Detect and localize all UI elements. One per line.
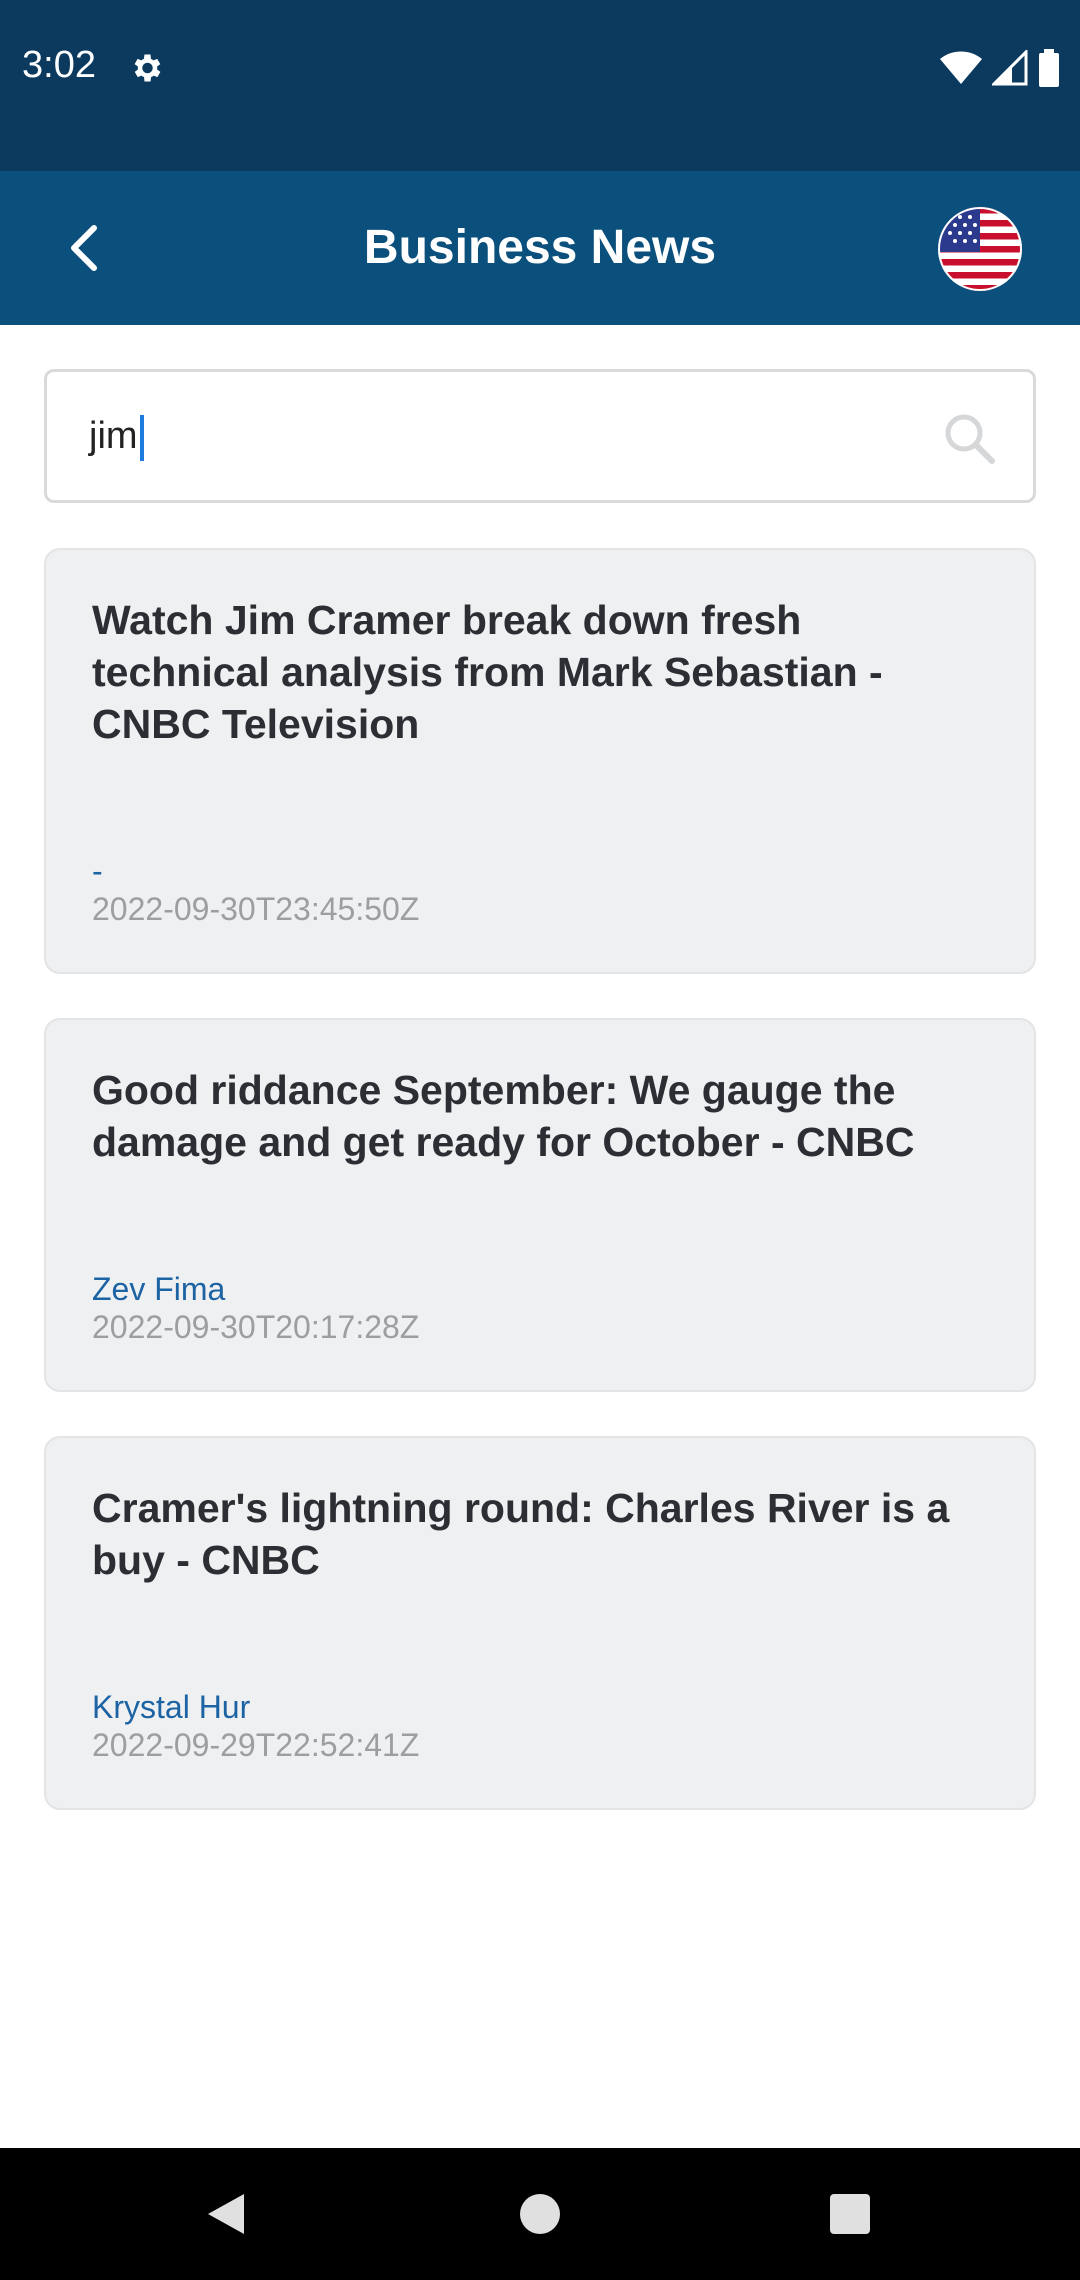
status-bar: 3:02	[0, 0, 1080, 171]
nav-back-button[interactable]	[186, 2174, 266, 2254]
text-cursor	[139, 414, 144, 461]
cellular-signal-icon	[992, 50, 1028, 86]
article-date: 2022-09-29T22:52:41Z	[92, 1727, 420, 1763]
nav-home-icon	[520, 2194, 560, 2234]
article-title: Good riddance September: We gauge the da…	[92, 1067, 915, 1165]
search-value: jim	[89, 415, 138, 457]
search-input[interactable]: jim	[44, 369, 1036, 503]
search-icon[interactable]	[941, 410, 997, 466]
article-date: 2022-09-30T23:45:50Z	[92, 891, 420, 927]
wifi-icon	[940, 51, 982, 84]
nav-home-button[interactable]	[500, 2174, 580, 2254]
page-title: Business News	[363, 221, 717, 274]
app-bar: Business News	[0, 171, 1080, 325]
back-arrow-icon	[71, 225, 97, 271]
article-date: 2022-09-30T20:17:28Z	[92, 1309, 420, 1345]
region-selector-button[interactable]	[938, 207, 1022, 291]
back-button[interactable]	[44, 208, 124, 288]
article-title: Watch Jim Cramer break down fresh techni…	[92, 597, 883, 747]
article-card[interactable]: Good riddance September: We gauge the da…	[44, 1018, 1036, 1392]
status-icons	[940, 48, 1060, 88]
system-nav-bar	[0, 2148, 1080, 2280]
battery-icon	[1039, 49, 1059, 87]
search-text-wrapper: jim	[89, 372, 144, 500]
article-title: Cramer's lightning round: Charles River …	[92, 1485, 950, 1583]
article-author[interactable]: Krystal Hur	[92, 1688, 250, 1726]
article-author[interactable]: Zev Fima	[92, 1270, 225, 1308]
article-card[interactable]: Cramer's lightning round: Charles River …	[44, 1436, 1036, 1810]
nav-recents-button[interactable]	[810, 2174, 890, 2254]
nav-back-icon	[208, 2194, 244, 2234]
nav-recents-icon	[830, 2194, 870, 2234]
article-author[interactable]: -	[92, 852, 103, 890]
status-time: 3:02	[22, 44, 96, 86]
gear-icon	[134, 54, 161, 82]
article-card[interactable]: Watch Jim Cramer break down fresh techni…	[44, 548, 1036, 974]
us-flag-icon	[938, 207, 1022, 291]
